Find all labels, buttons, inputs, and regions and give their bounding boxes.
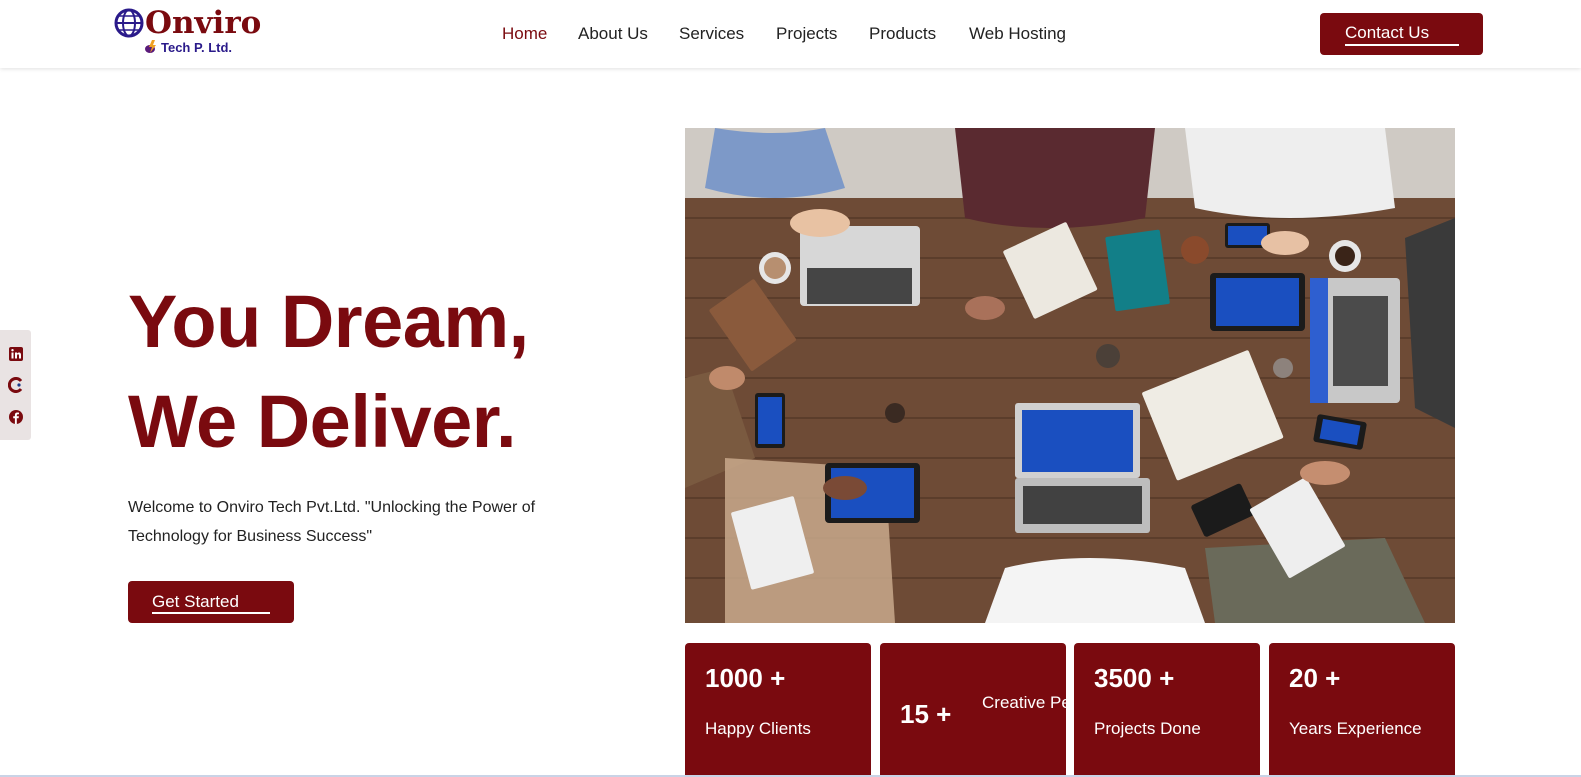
- facebook-icon[interactable]: [8, 409, 24, 425]
- stat-card-creative-people: 15 + Creative People: [880, 643, 1103, 777]
- contact-underline: [1345, 44, 1459, 46]
- c-brand-icon[interactable]: [8, 377, 24, 393]
- nav-about-us[interactable]: About Us: [578, 23, 648, 45]
- stat-number: 1000 +: [705, 663, 786, 693]
- get-started-label: Get Started: [152, 592, 239, 611]
- nav-products[interactable]: Products: [869, 23, 936, 45]
- nav-projects[interactable]: Projects: [776, 23, 837, 45]
- contact-us-label: Contact Us: [1345, 23, 1430, 42]
- hero-title: You Dream, We Deliver.: [128, 272, 529, 472]
- stat-card-happy-clients: 1000 + Happy Clients: [685, 643, 871, 777]
- stat-number: 20 +: [1289, 663, 1341, 693]
- brand-tagline: Tech P. Ltd.: [161, 40, 233, 55]
- bolt-icon: [145, 40, 156, 53]
- nav-services[interactable]: Services: [679, 23, 744, 45]
- get-started-underline: [152, 612, 270, 614]
- globe-logo-icon: [114, 8, 144, 38]
- hero-title-line-1: You Dream,: [128, 280, 529, 363]
- stat-card-years-experience: 20 + Years Experience: [1269, 643, 1455, 777]
- linkedin-icon[interactable]: [8, 346, 24, 362]
- stat-number: 15 +: [900, 699, 952, 729]
- hero-title-line-2: We Deliver.: [128, 380, 517, 463]
- get-started-button[interactable]: Get Started: [128, 581, 294, 623]
- stat-label: Years Experience: [1289, 719, 1422, 738]
- hero-team-photo: [685, 128, 1455, 623]
- stat-label: Happy Clients: [705, 719, 811, 738]
- site-logo[interactable]: Onviro Tech P. Ltd.: [113, 5, 261, 58]
- social-sidebar: [0, 330, 31, 440]
- stat-label: Projects Done: [1094, 719, 1201, 738]
- contact-us-button[interactable]: Contact Us: [1320, 13, 1483, 55]
- site-header: Onviro Tech P. Ltd. Home About Us Servic…: [0, 0, 1581, 68]
- team-meeting-illustration: [685, 128, 1455, 623]
- stat-card-projects-done: 3500 + Projects Done: [1074, 643, 1260, 777]
- stat-number: 3500 +: [1094, 663, 1175, 693]
- nav-web-hosting[interactable]: Web Hosting: [969, 23, 1066, 45]
- brand-name: Onviro: [145, 5, 262, 41]
- nav-home[interactable]: Home: [502, 23, 547, 45]
- hero-description: Welcome to Onviro Tech Pvt.Ltd. "Unlocki…: [128, 499, 536, 545]
